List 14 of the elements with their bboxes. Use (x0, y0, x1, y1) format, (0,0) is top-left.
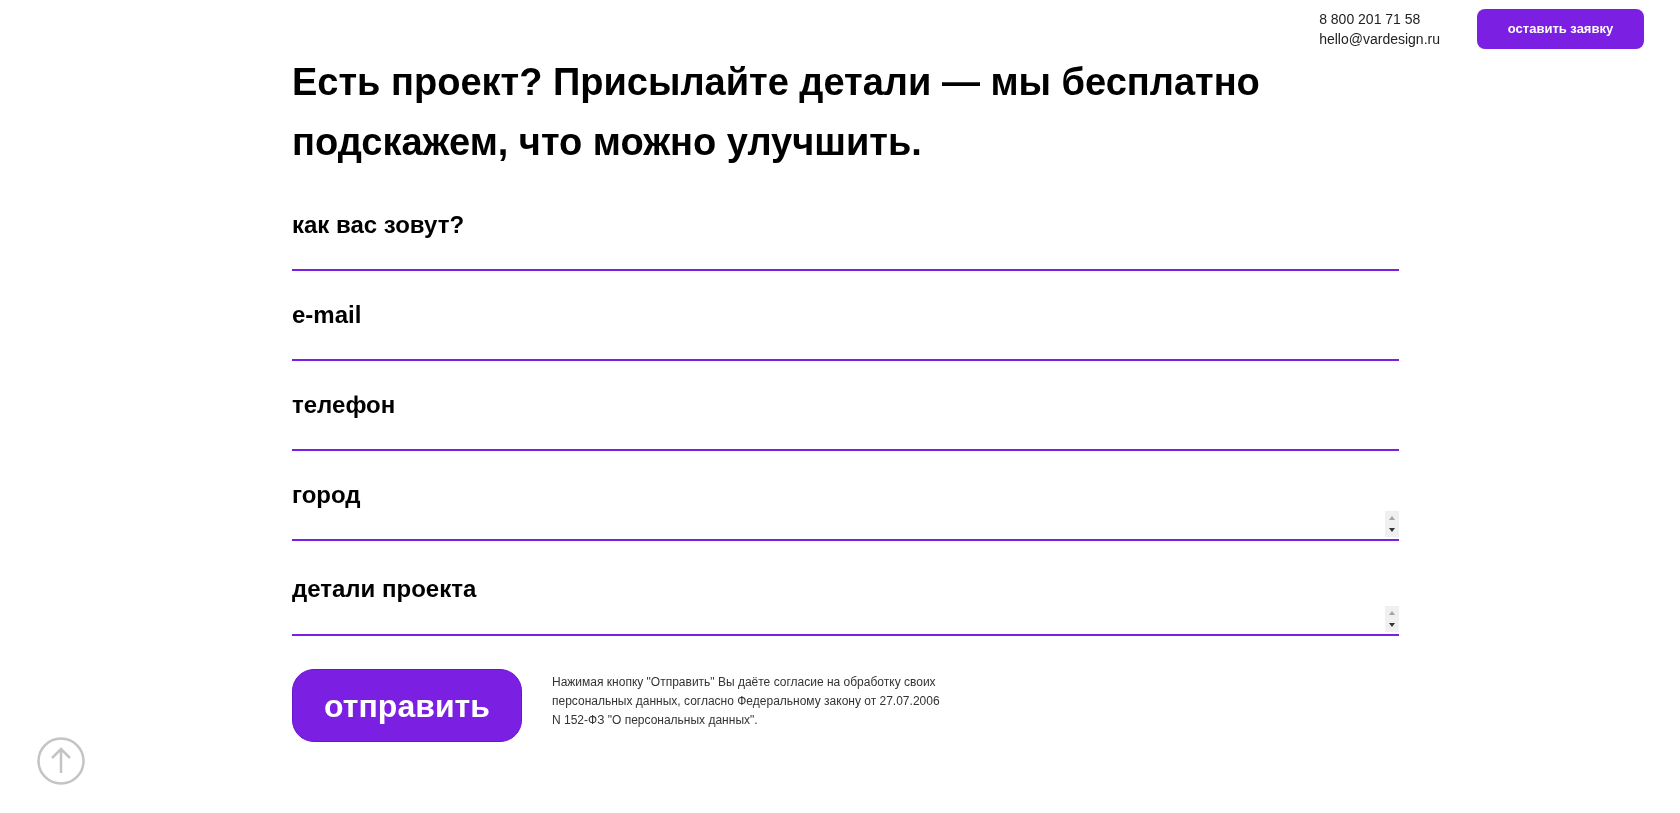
text-field[interactable]: телефон (292, 361, 1399, 451)
email-link[interactable]: hello@vardesign.ru (1319, 29, 1440, 49)
phone-link[interactable]: 8 800 201 71 58 (1319, 9, 1421, 29)
scroll-arrows-icon (1385, 606, 1399, 632)
text-area-field[interactable]: детали проекта (292, 541, 1399, 636)
circled-arrow-up-icon (37, 737, 85, 785)
submit-button[interactable]: отправить (292, 669, 522, 742)
scroll-to-top-button[interactable] (37, 737, 85, 785)
page-heading: Есть проект? Присылайте детали — мы бесплатно подскажем, что можно улучшить. (292, 60, 1261, 165)
scroll-arrows-icon (1385, 511, 1399, 537)
text-field[interactable]: e-mail (292, 271, 1399, 361)
consent-text: Нажимая кнопку "Отправить" Вы даёте согласие на обработку своих персональных данных, согласно Федеральному закону от 27.07.2006 N 152-ФЗ "О персональных данных". (552, 674, 941, 729)
request-button[interactable]: оставить заявку (1477, 9, 1644, 49)
text-field[interactable]: как вас зовут? (292, 181, 1399, 271)
